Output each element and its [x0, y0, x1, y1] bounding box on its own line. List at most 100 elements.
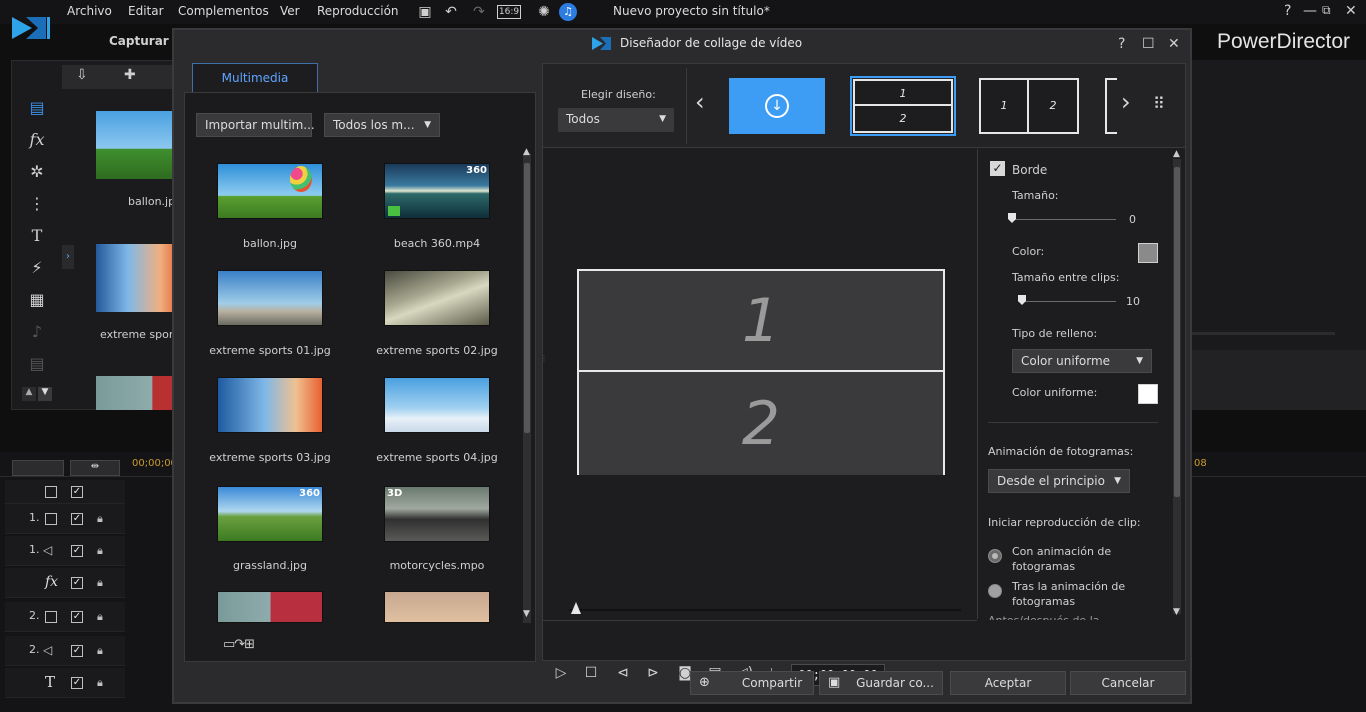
- timeline-view-button[interactable]: [12, 460, 64, 476]
- close-icon[interactable]: ✕: [1345, 3, 1357, 19]
- menu-archivo[interactable]: Archivo: [67, 4, 112, 18]
- help-button[interactable]: ?: [1284, 3, 1291, 19]
- fx-icon[interactable]: fx: [26, 129, 48, 151]
- dialog-close-icon[interactable]: ✕: [1168, 36, 1180, 52]
- chevron-right-icon[interactable]: ›: [1121, 88, 1131, 116]
- lock-icon[interactable]: 🔒︎: [97, 576, 109, 589]
- fit-timeline-icon[interactable]: ⇹: [70, 460, 120, 476]
- pip-icon[interactable]: ▦: [26, 289, 48, 311]
- share-button[interactable]: ⊕ Compartir: [690, 671, 814, 695]
- lock-icon[interactable]: 🔒︎: [97, 644, 109, 657]
- particle-icon[interactable]: ✲: [26, 161, 48, 183]
- restore-icon[interactable]: ⧉: [1322, 3, 1331, 18]
- media-thumb-extreme-04[interactable]: [384, 377, 490, 433]
- dialog-help-button[interactable]: ?: [1118, 36, 1125, 52]
- menu-complementos[interactable]: Complementos: [178, 4, 269, 18]
- fill-type-dropdown[interactable]: Color uniforme ▼: [1012, 349, 1152, 373]
- track-enable-checkbox[interactable]: ✓: [71, 611, 83, 623]
- track-enable-checkbox[interactable]: ✓: [71, 545, 83, 557]
- bg-thumb-extreme[interactable]: [96, 244, 176, 312]
- collage-slot-2[interactable]: 2: [579, 374, 943, 475]
- track-enable-checkbox[interactable]: ✓: [71, 677, 83, 689]
- media-thumb-ballon[interactable]: [217, 163, 323, 219]
- scroll-up-icon[interactable]: ▲: [22, 387, 36, 401]
- layout-tile-2-vertical[interactable]: 1 2: [979, 78, 1079, 134]
- track-enable-checkbox[interactable]: ✓: [71, 486, 83, 498]
- scroll-down-arrow-icon[interactable]: ▼: [1173, 607, 1180, 617]
- auto-fill-icon[interactable]: ▭↷⊞: [223, 637, 255, 652]
- capture-tab[interactable]: Capturar: [109, 34, 169, 48]
- notification-icon[interactable]: ♫: [559, 3, 577, 21]
- spacing-slider-knob[interactable]: [1018, 295, 1026, 305]
- grid-view-icon[interactable]: ⠿: [1153, 94, 1165, 113]
- lock-icon[interactable]: 🔒︎: [97, 610, 109, 623]
- plugin-icon[interactable]: ✚: [124, 67, 136, 83]
- redo-icon[interactable]: ↷: [470, 3, 488, 21]
- media-thumb-9[interactable]: [217, 591, 323, 623]
- border-checkbox[interactable]: ✓: [990, 161, 1005, 176]
- media-thumb-motorcycles[interactable]: 3D: [384, 486, 490, 542]
- media-thumb-grassland[interactable]: 360: [217, 486, 323, 542]
- transition-icon[interactable]: ⋮: [26, 193, 48, 215]
- previous-frame-icon[interactable]: ⊲: [613, 663, 633, 683]
- maximize-icon[interactable]: ☐: [1142, 36, 1155, 52]
- media-room-icon[interactable]: ▤: [26, 97, 48, 119]
- expand-icon[interactable]: ›: [62, 245, 74, 269]
- chevron-left-icon[interactable]: ‹: [695, 88, 705, 116]
- track-enable-checkbox[interactable]: ✓: [71, 645, 83, 657]
- properties-scrollbar-thumb[interactable]: [1174, 167, 1180, 497]
- radio-with-animation[interactable]: [988, 549, 1002, 563]
- import-media-button[interactable]: Importar multim...: [196, 113, 315, 137]
- media-thumb-10[interactable]: [384, 591, 490, 623]
- media-thumb-beach[interactable]: 360: [384, 163, 490, 219]
- bg-thumb-third[interactable]: [96, 376, 176, 410]
- menu-editar[interactable]: Editar: [128, 4, 164, 18]
- media-thumb-extreme-02[interactable]: [384, 270, 490, 326]
- save-as-button[interactable]: ▣ Guardar co...: [819, 671, 943, 695]
- download-layouts-button[interactable]: ↓: [729, 78, 825, 134]
- save-icon[interactable]: ▣: [416, 3, 434, 21]
- menu-ver[interactable]: Ver: [280, 4, 300, 18]
- border-color-swatch[interactable]: [1138, 243, 1158, 263]
- track-enable-checkbox[interactable]: ✓: [71, 577, 83, 589]
- preview-timeline-track[interactable]: [569, 609, 961, 611]
- microphone-icon[interactable]: ♪: [26, 321, 48, 343]
- media-filter-dropdown[interactable]: Todos los m... ▼: [324, 113, 440, 137]
- fill-color-swatch[interactable]: [1138, 384, 1158, 404]
- settings-icon[interactable]: ✺: [535, 3, 553, 21]
- lock-icon[interactable]: 🔒︎: [97, 544, 109, 557]
- import-media-icon[interactable]: ⇩: [76, 67, 88, 83]
- media-scrollbar-thumb[interactable]: [524, 163, 530, 433]
- bg-thumb-ballon[interactable]: [96, 111, 176, 179]
- media-scrollbar[interactable]: [523, 153, 531, 623]
- collage-slot-1[interactable]: 1: [579, 271, 943, 372]
- scroll-up-arrow-icon[interactable]: ▲: [523, 147, 530, 157]
- accept-button[interactable]: Aceptar: [950, 671, 1066, 695]
- frame-animation-dropdown[interactable]: Desde el principio ▼: [988, 469, 1130, 493]
- spacing-slider[interactable]: [1018, 301, 1116, 302]
- size-slider[interactable]: [1012, 219, 1116, 220]
- title-icon[interactable]: T: [26, 225, 48, 247]
- undo-icon[interactable]: ↶: [442, 3, 460, 21]
- layout-filter-dropdown[interactable]: Todos ▼: [558, 108, 674, 132]
- lock-icon[interactable]: 🔒︎: [97, 512, 109, 525]
- aspect-ratio-button[interactable]: 16:9: [497, 5, 521, 19]
- effects-icon[interactable]: ⚡: [26, 257, 48, 279]
- preview-playhead[interactable]: [571, 602, 581, 614]
- minimize-icon[interactable]: —: [1303, 3, 1317, 19]
- subtitle-icon[interactable]: ▤: [26, 353, 48, 375]
- scroll-down-arrow-icon[interactable]: ▼: [523, 609, 530, 619]
- track-enable-checkbox[interactable]: ✓: [71, 513, 83, 525]
- scroll-up-arrow-icon[interactable]: ▲: [1173, 149, 1180, 159]
- radio-after-animation[interactable]: [988, 584, 1002, 598]
- cancel-button[interactable]: Cancelar: [1070, 671, 1186, 695]
- layout-tile-2-horizontal[interactable]: 1 2: [853, 79, 953, 133]
- stop-icon[interactable]: ☐: [581, 663, 601, 683]
- media-thumb-extreme-03[interactable]: [217, 377, 323, 433]
- layout-tile-partial[interactable]: [1105, 78, 1117, 134]
- track-view-toggle[interactable]: [45, 486, 57, 498]
- play-icon[interactable]: ▷: [551, 663, 571, 683]
- scroll-down-icon[interactable]: ▼: [38, 387, 52, 401]
- size-slider-knob[interactable]: [1008, 213, 1016, 223]
- next-frame-icon[interactable]: ⊳: [643, 663, 663, 683]
